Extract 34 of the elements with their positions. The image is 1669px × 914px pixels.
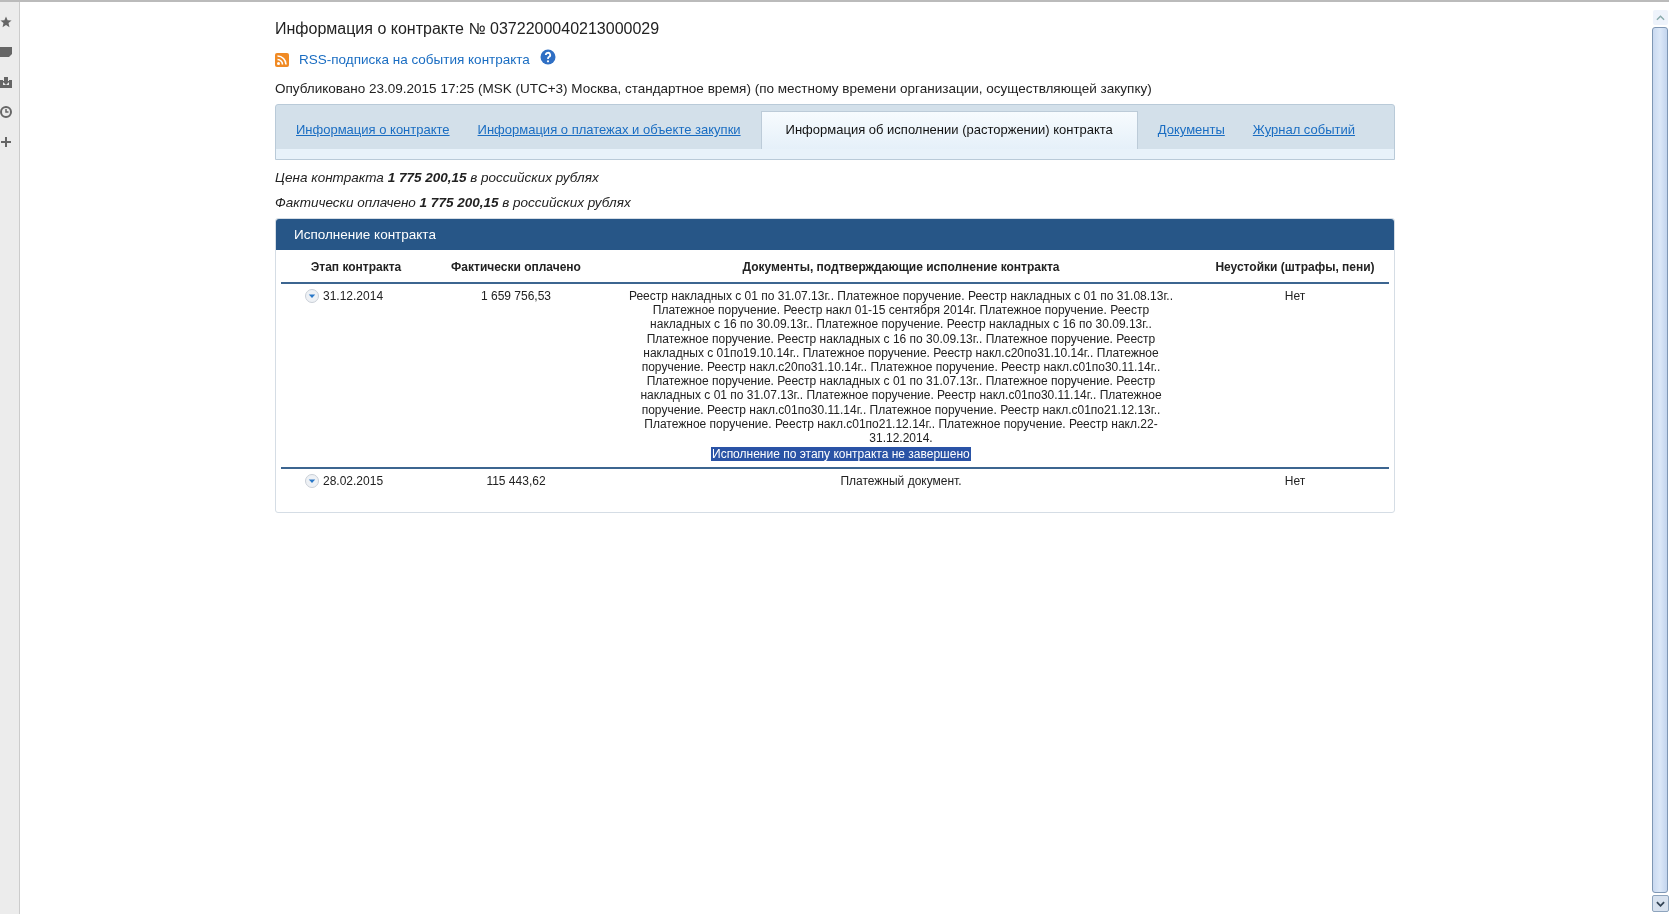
summary-line: Фактически оплачено 1 775 200,15 в российских рублях [275, 195, 632, 210]
help-icon[interactable] [539, 48, 556, 65]
tab[interactable]: Информация об исполнении (расторжении) контракта [760, 111, 1138, 149]
summary-line: Цена контракта 1 775 200,15 в российских рублях [275, 170, 600, 185]
tab[interactable]: Журнал событий [1244, 112, 1363, 149]
table-cell: Нет [1284, 289, 1306, 303]
note-icon[interactable] [0, 46, 12, 58]
rss-icon [275, 52, 289, 67]
table-cell: 31.12.2014 [323, 289, 384, 303]
scroll-down-icon[interactable] [1655, 900, 1665, 907]
column-header: Неустойки (штрафы, пени) [1214, 260, 1376, 274]
column-header: Документы, подтверждающие исполнение контракта [741, 260, 1061, 274]
column-header: Фактически оплачено [450, 260, 582, 274]
published-text: Опубликовано 23.09.2015 17:25 (MSK (UTC+3) Москва, стандартное время) (по местному времени организации, осуществляющей закупку) [275, 81, 1153, 96]
tab[interactable]: Информация о платежах и объекте закупки [469, 112, 749, 149]
table-cell: 28.02.2015 [323, 474, 384, 489]
table-cell-text: Платежный документ. [839, 474, 963, 489]
plus-icon[interactable] [0, 136, 12, 148]
table-cell: Нет [1284, 474, 1306, 489]
table-cell: 115 443,62 [486, 474, 546, 489]
page-title: Информация о контракте № 0372200040213000029 [275, 20, 661, 38]
rss-link[interactable]: RSS-подписка на события контракта [299, 52, 530, 67]
star-icon[interactable] [0, 16, 12, 28]
tab[interactable]: Информация о контракте [288, 112, 458, 149]
expand-icon[interactable] [305, 289, 319, 303]
table-cell: 1 659 756,53 [480, 289, 552, 303]
table-cell-text: Реестр накладных с 01 по 31.07.13г.. Платежное поручение. Реестр накладных с 01 по 31.08.13г.. Платежное поручение. Реестр накл 01-15 сентября 2014г. Платежное поручение. Реестр накладных с 16 по 30.09.13г.. Платежное поручение. Реестр накладных с 16 по 30.09.13г.. Платежное поручение. Реестр накладных с 16 по 30.09.13г.. Платежное поручение. Реестр накладных с 01по19.10.14г.. Платежное поручение. Реестр накл.с20по31.10.14г.. Платежное поручение. Реестр накл.с20по31.10.14г.. Платежное поручение. Реестр накл.с01по30.11.14г.. Платежное поручение. Реестр накладных с 01 по 31.07.13г.. Платежное поручение. Реестр накладных с 01 по 31.07.13г.. Платежное поручение. Реестр накл.с01по30.11.14г.. Платежное поручение. Реестр накл.с01по30.11.14г.. Платежное поручение. Реестр накл.с01по21.12.13г.. Платежное поручение. Реестр накл.с01по21.12.14г.. Платежное поручение. Реестр накл.22-31.12.2014. [627, 289, 1175, 446]
panel-title: Исполнение контракта [276, 219, 1394, 250]
tab[interactable]: Документы [1149, 112, 1233, 149]
status-note: Исполнение по этапу контракта не завершено [711, 447, 971, 462]
clock-icon[interactable] [0, 106, 12, 118]
expand-icon[interactable] [305, 474, 319, 489]
column-header: Этап контракта [309, 260, 403, 274]
download-icon[interactable] [0, 76, 12, 88]
